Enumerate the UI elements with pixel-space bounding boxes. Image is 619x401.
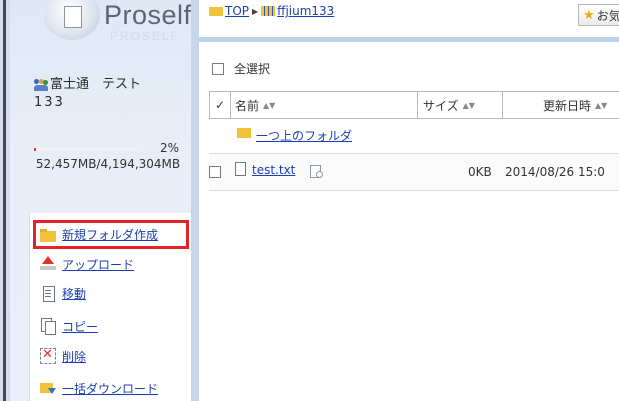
upload-action[interactable]: アップロード [30, 251, 188, 277]
file-size: 0KB [468, 165, 492, 179]
window-edge [0, 0, 10, 401]
header-modified[interactable]: 更新日時 ▲▼ [503, 92, 619, 118]
sidebar: Proself PROSELF 富士通 テスト 133 2% 52,457MB/… [10, 0, 195, 401]
parent-folder-link[interactable]: 一つ上のフォルダ [256, 127, 352, 144]
file-browser: TOP ▶ ffjium133 ★ お気 全選択 ✓ 名前 ▲▼ サイズ ▲▼ [199, 0, 619, 401]
favorite-button[interactable]: ★ お気 [578, 4, 619, 26]
batch-download-link[interactable]: 一括ダウンロード [62, 380, 158, 397]
header-size-label: サイズ [423, 98, 459, 113]
breadcrumb-current[interactable]: ffjium133 [277, 4, 334, 18]
header-name-label: 名前 [235, 98, 260, 113]
toolbar-divider [199, 37, 619, 42]
copy-link[interactable]: コピー [62, 318, 98, 335]
table-row[interactable]: test.txt 0KB 2014/08/26 15:0 [209, 154, 619, 191]
copy-icon [40, 318, 56, 335]
parent-folder-row[interactable]: 一つ上のフォルダ [209, 119, 619, 154]
user-name-cont: 133 [34, 95, 65, 110]
select-all-checkbox[interactable] [212, 62, 224, 75]
breadcrumb-separator-icon: ▶ [252, 6, 259, 16]
star-icon: ★ [583, 7, 595, 23]
logo-text: Proself [104, 0, 192, 30]
header-name[interactable]: 名前 ▲▼ [231, 92, 418, 118]
sort-icon: ▲▼ [462, 100, 475, 110]
delete-link[interactable]: 削除 [62, 348, 86, 365]
quota-bar [34, 148, 138, 151]
move-link[interactable]: 移動 [62, 285, 86, 302]
app-logo: Proself PROSELF [44, 0, 194, 44]
breadcrumb-top[interactable]: TOP [225, 4, 249, 18]
delete-icon [40, 347, 56, 364]
breadcrumb: TOP ▶ ffjium133 [209, 4, 334, 18]
move-action[interactable]: 移動 [30, 280, 188, 306]
file-name-link[interactable]: test.txt [252, 163, 295, 177]
batch-download-icon [40, 380, 56, 396]
sort-icon: ▲▼ [595, 100, 608, 110]
sort-icon: ▲▼ [263, 100, 276, 110]
shared-folder-icon [261, 6, 276, 16]
header-size[interactable]: サイズ ▲▼ [418, 92, 503, 118]
text-file-icon [235, 162, 246, 176]
user-info: 富士通 テスト 133 [34, 76, 194, 112]
folder-icon [209, 6, 223, 16]
select-all[interactable]: 全選択 [212, 60, 270, 77]
upload-icon [40, 256, 56, 272]
quota-fill [34, 148, 37, 151]
header-modified-label: 更新日時 [543, 98, 592, 113]
folder-new-icon [40, 227, 56, 243]
user-name: 富士通 テスト [50, 77, 142, 92]
new-folder-action[interactable]: 新規フォルダ作成 [33, 220, 189, 249]
delete-action[interactable]: 削除 [30, 343, 188, 369]
user-group-icon [34, 79, 48, 91]
quota-percent: 2% [160, 141, 180, 155]
logo-ghost-text: PROSELF [110, 29, 181, 43]
new-folder-link[interactable]: 新規フォルダ作成 [62, 226, 158, 243]
batch-download-action[interactable]: 一括ダウンロード [30, 375, 188, 401]
quota-text: 52,457MB/4,194,304MB [35, 157, 181, 171]
select-all-label: 全選択 [234, 62, 271, 76]
table-header: ✓ 名前 ▲▼ サイズ ▲▼ 更新日時 ▲▼ [209, 91, 619, 119]
sidebar-divider [191, 0, 199, 401]
file-modified: 2014/08/26 15:0 [505, 165, 605, 179]
move-icon [40, 285, 56, 302]
copy-action[interactable]: コピー [30, 313, 188, 339]
action-menu: 新規フォルダ作成 アップロード 移動 コピー 削除 一括ダウンロード [29, 213, 195, 401]
row-checkbox[interactable] [209, 166, 221, 178]
folder-icon [237, 128, 251, 138]
favorite-label: お気 [596, 8, 619, 23]
file-table: ✓ 名前 ▲▼ サイズ ▲▼ 更新日時 ▲▼ 一つ上のフォルダ test.txt [209, 91, 619, 191]
logo-badge-icon [44, 0, 100, 40]
checkmark-icon: ✓ [214, 98, 226, 112]
header-check-column[interactable]: ✓ [210, 92, 231, 118]
breadcrumb-bar: TOP ▶ ffjium133 ★ お気 [199, 0, 619, 37]
preview-icon[interactable] [310, 165, 324, 178]
upload-link[interactable]: アップロード [62, 256, 134, 273]
